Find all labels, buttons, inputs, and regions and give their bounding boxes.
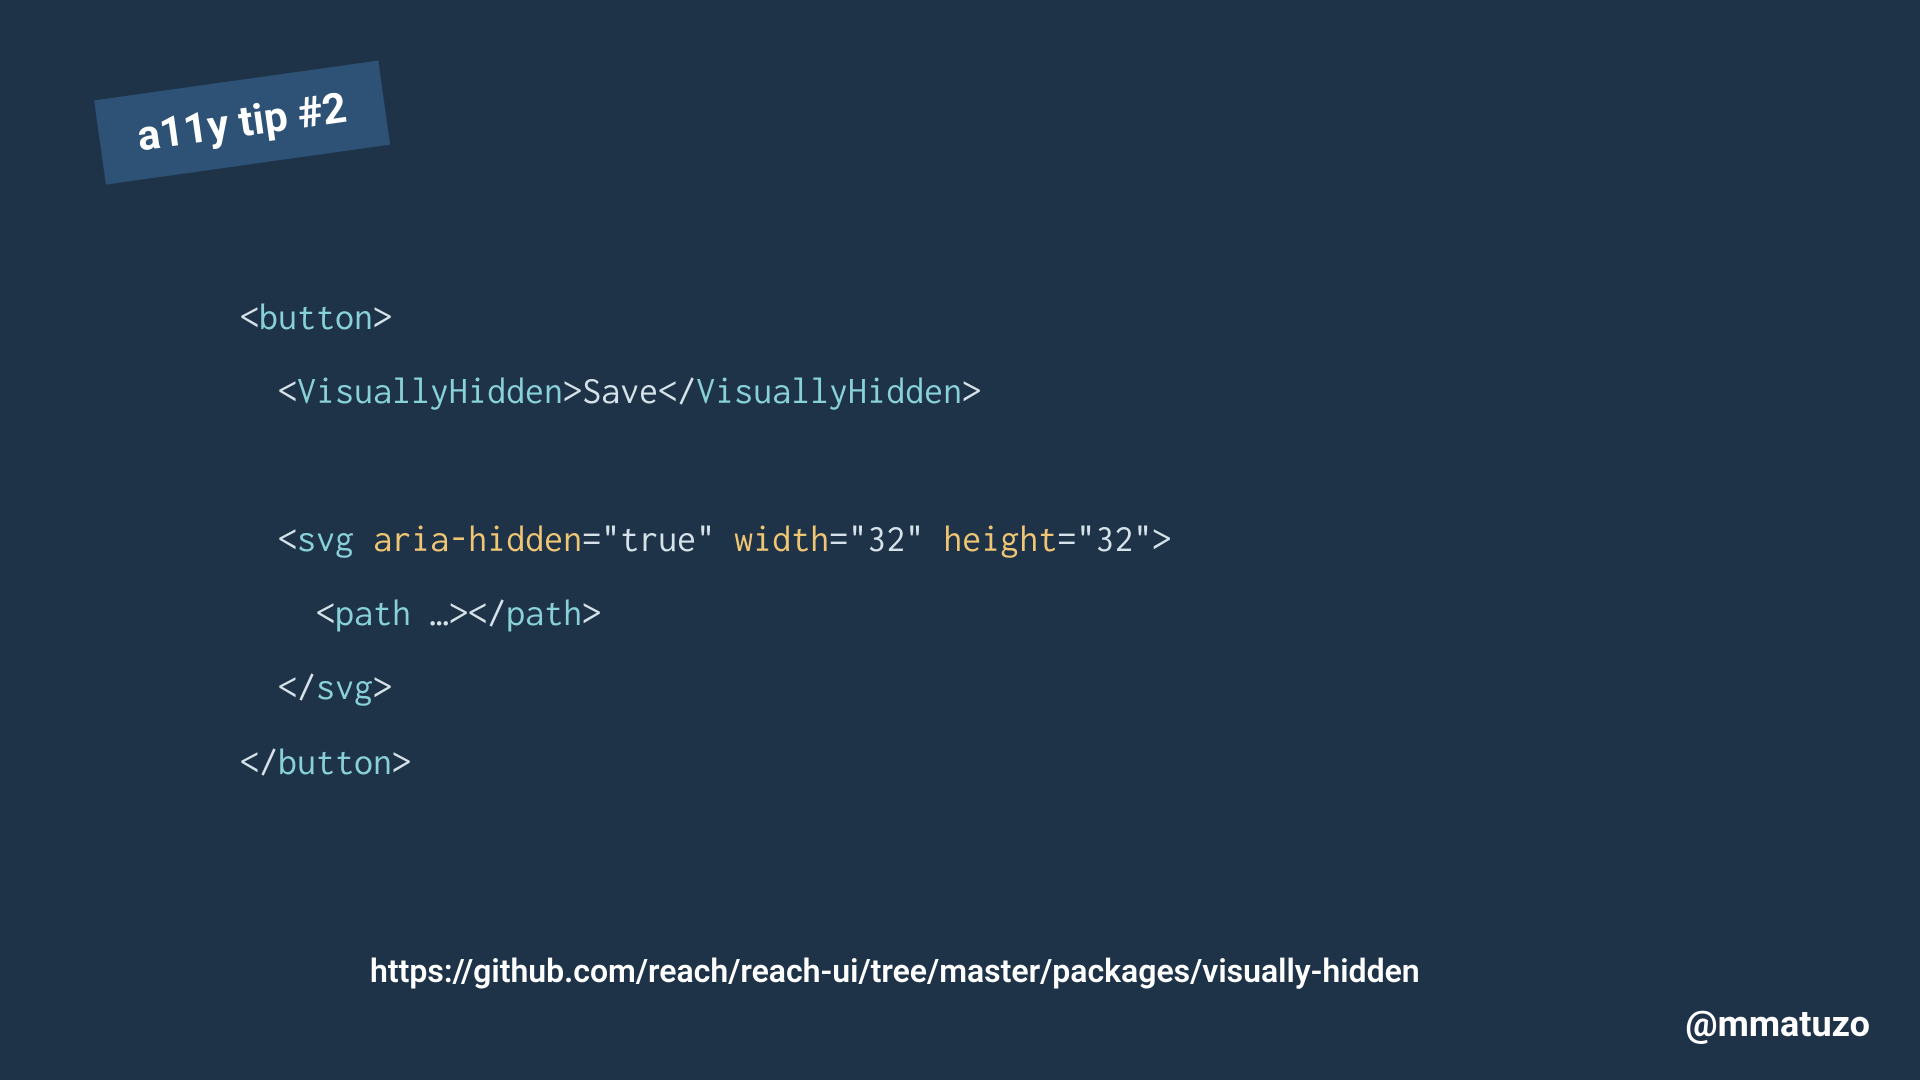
code-line-1: <button> <box>240 297 392 337</box>
reference-link: https://github.com/reach/reach-ui/tree/m… <box>370 952 1420 990</box>
tip-badge: a11y tip #2 <box>94 61 390 185</box>
tip-badge-label: a11y tip #2 <box>134 84 349 162</box>
code-line-5: </svg> <box>240 667 392 707</box>
code-line-4: <path …></path> <box>240 593 601 633</box>
code-example: <button> <VisuallyHidden>Save</VisuallyH… <box>240 280 1171 799</box>
author-handle: @mmatuzo <box>1685 1003 1870 1045</box>
code-line-2: <VisuallyHidden>Save</VisuallyHidden> <box>240 371 981 411</box>
code-line-3: <svg aria-hidden="true" width="32" heigh… <box>240 519 1171 559</box>
code-line-6: </button> <box>240 742 411 782</box>
